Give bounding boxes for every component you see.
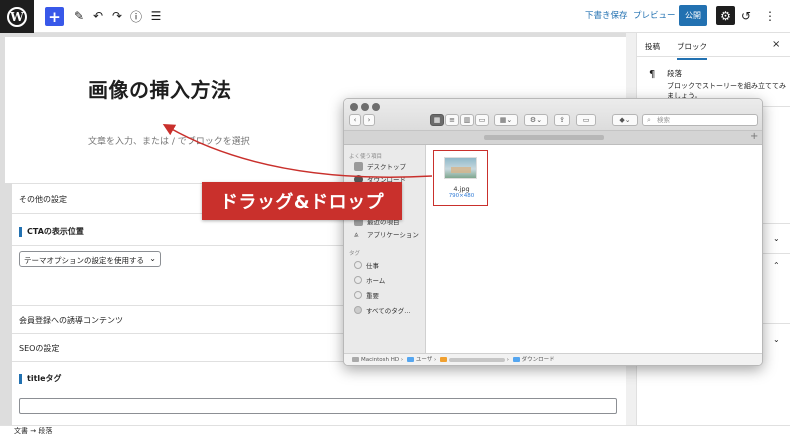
tags-heading: タグ	[349, 251, 361, 257]
path-users[interactable]: ユーザ	[416, 357, 432, 363]
file-name: 4.jpg	[453, 185, 470, 193]
sidebar-item-label: すべてのタグ...	[366, 307, 411, 315]
title-tag-section: titleタグ	[12, 361, 626, 425]
icon-view-icon[interactable]: ▦	[430, 114, 444, 126]
desktop-icon	[354, 161, 363, 171]
cta-select-value: テーマオプションの設定を使用する	[24, 256, 144, 265]
applications-icon: ⩓	[354, 229, 359, 239]
folder-icon	[406, 357, 414, 362]
file-item-selected[interactable]: 4.jpg 790×480	[433, 150, 488, 206]
finder-file-area: 4.jpg 790×480	[426, 145, 762, 353]
sidebar-tabs: 投稿 ブロック ×	[637, 33, 790, 60]
more-options-icon[interactable]: ⋮	[763, 6, 777, 26]
finder-tab-bar: +	[344, 131, 762, 145]
tag-dot-icon	[354, 276, 362, 284]
redo-icon[interactable]: ↷	[110, 6, 124, 26]
save-draft-button[interactable]: 下書き保存	[585, 9, 628, 21]
image-thumbnail[interactable]	[444, 157, 477, 179]
member-content-label: 会員登録への誘導コンテンツ	[19, 316, 123, 325]
editor-top-toolbar: W + ✎ ↶ ↷ ⓘ ☰ 下書き保存 プレビュー 公開 ⚙ ↺ ⋮	[0, 0, 790, 33]
list-view-icon[interactable]: ≡	[445, 114, 459, 126]
tag-dot-icon	[354, 291, 362, 299]
breadcrumb-separator: →	[30, 427, 37, 435]
share-icon[interactable]: ⇪	[554, 114, 570, 126]
zoom-window-button[interactable]	[372, 103, 380, 111]
title-tag-input[interactable]	[19, 398, 617, 414]
tag-icon[interactable]: ▭	[576, 114, 596, 126]
drag-drop-label: ドラッグ&ドロップ	[202, 182, 402, 220]
list-view-icon[interactable]: ☰	[149, 6, 163, 26]
sidebar-item-applications[interactable]: ⩓ アプリケーション	[354, 229, 419, 240]
sidebar-item-label: 仕事	[366, 262, 379, 270]
sidebar-item-tag-work[interactable]: 仕事	[354, 260, 379, 270]
action-gear-icon[interactable]: ⚙⌄	[524, 114, 548, 126]
sidebar-item-label: 重要	[366, 292, 379, 300]
paragraph-placeholder[interactable]: 文章を入力、または / でブロックを選択	[88, 134, 250, 147]
cta-position-select[interactable]: テーマオプションの設定を使用する ⌄	[19, 251, 161, 267]
post-title[interactable]: 画像の挿入方法	[88, 74, 232, 103]
block-name: 段落	[667, 69, 682, 78]
home-folder-icon	[439, 357, 447, 362]
chevron-down-icon[interactable]: ⌄	[773, 234, 780, 243]
sidebar-item-label: ホーム	[366, 277, 386, 285]
block-breadcrumb: 文書 → 段落	[0, 425, 790, 437]
settings-gear-icon[interactable]: ⚙	[716, 6, 735, 25]
file-dimensions: 790×480	[448, 193, 475, 199]
add-block-button[interactable]: +	[45, 7, 64, 26]
sidebar-item-tag-important[interactable]: 重要	[354, 290, 379, 300]
seo-settings-label: SEOの設定	[19, 344, 60, 353]
all-tags-icon	[354, 306, 362, 314]
path-user[interactable]	[448, 357, 505, 362]
dropbox-icon[interactable]: ◆⌄	[612, 114, 638, 126]
chevron-down-icon: ⌄	[149, 254, 156, 263]
sidebar-item-label: アプリケーション	[367, 231, 419, 239]
finder-window: ‹ › ▦ ≡ ▥ ▭ ▦⌄ ⚙⌄ ⇪ ▭ ◆⌄ ⌕ 検索 + よく使う項目 デ…	[343, 98, 763, 366]
chevron-up-icon[interactable]: ⌃	[773, 261, 780, 270]
finder-path-bar: Macintosh HD › ユーザ › › ダウンロード	[344, 353, 762, 365]
search-placeholder: 検索	[657, 116, 670, 124]
close-icon[interactable]: ×	[772, 39, 780, 50]
sidebar-item-tag-home[interactable]: ホーム	[354, 275, 385, 285]
new-tab-icon[interactable]: +	[750, 131, 758, 142]
publish-button[interactable]: 公開	[679, 5, 707, 26]
finder-titlebar[interactable]: ‹ › ▦ ≡ ▥ ▭ ▦⌄ ⚙⌄ ⇪ ▭ ◆⌄ ⌕ 検索	[344, 99, 762, 131]
sidebar-item-label: デスクトップ	[367, 163, 406, 171]
preview-button[interactable]: プレビュー	[633, 9, 676, 21]
search-icon: ⌕	[647, 116, 651, 124]
cta-title: CTAの表示位置	[19, 227, 84, 237]
column-view-icon[interactable]: ▥	[460, 114, 474, 126]
disk-icon	[352, 357, 359, 362]
path-disk[interactable]: Macintosh HD	[361, 357, 399, 363]
breadcrumb-document[interactable]: 文書	[14, 427, 28, 435]
tag-dot-icon	[354, 261, 362, 269]
undo-icon[interactable]: ↶	[91, 6, 105, 26]
breadcrumb-paragraph[interactable]: 段落	[38, 427, 52, 435]
sidebar-item-all-tags[interactable]: すべてのタグ...	[354, 305, 410, 315]
path-downloads[interactable]: ダウンロード	[522, 357, 555, 363]
tab-post[interactable]: 投稿	[645, 41, 660, 52]
paragraph-icon: ¶	[649, 69, 656, 80]
wordpress-icon: W	[7, 6, 27, 27]
window-path-title	[484, 101, 644, 109]
chevron-down-icon[interactable]: ⌄	[773, 335, 780, 344]
other-settings-label: その他の設定	[19, 195, 67, 204]
favorites-heading: よく使う項目	[349, 154, 383, 160]
history-icon[interactable]: ↺	[739, 6, 753, 26]
gallery-view-icon[interactable]: ▭	[475, 114, 489, 126]
info-icon[interactable]: ⓘ	[129, 6, 143, 26]
group-icon[interactable]: ▦⌄	[494, 114, 518, 126]
wordpress-logo[interactable]: W	[0, 0, 34, 33]
finder-search-input[interactable]: ⌕ 検索	[642, 114, 758, 126]
pen-icon[interactable]: ✎	[72, 6, 86, 26]
folder-icon	[512, 357, 520, 362]
close-window-button[interactable]	[350, 103, 358, 111]
tab-title[interactable]	[484, 135, 604, 140]
title-tag-label: titleタグ	[19, 374, 62, 384]
forward-icon[interactable]: ›	[363, 114, 375, 126]
minimize-window-button[interactable]	[361, 103, 369, 111]
finder-sidebar: よく使う項目 デスクトップ ダウンロード 最近の項目 ⩓ アプリケーション タグ …	[344, 145, 426, 353]
sidebar-item-desktop[interactable]: デスクトップ	[354, 161, 406, 171]
back-icon[interactable]: ‹	[349, 114, 361, 126]
